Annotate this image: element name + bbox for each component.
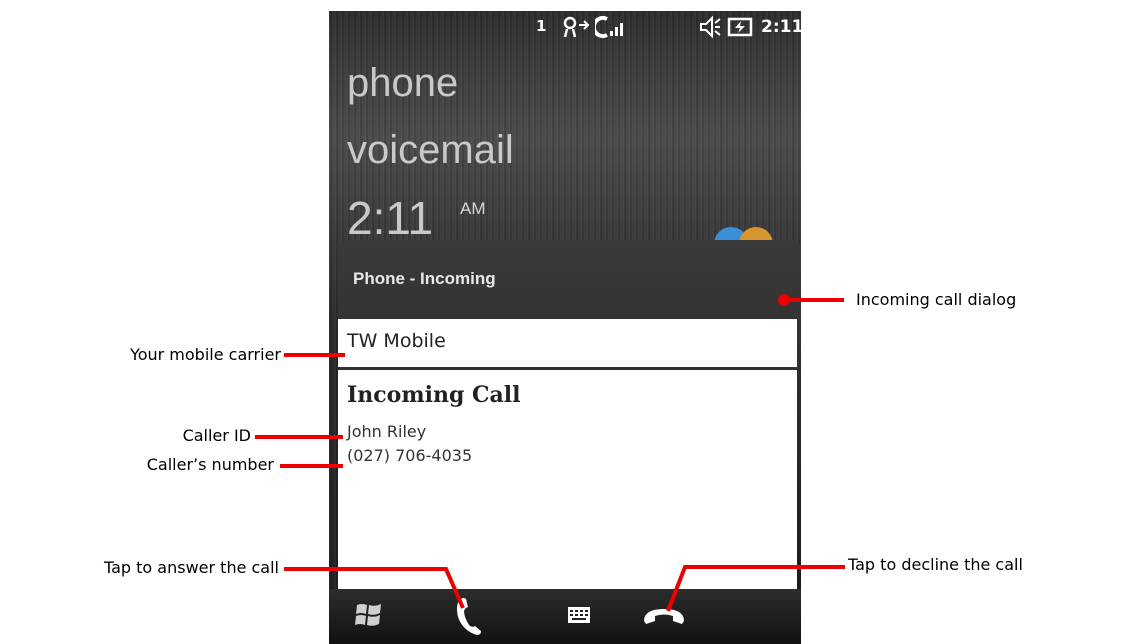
annotation-incoming-dialog: Incoming call dialog <box>856 290 1017 309</box>
annotation-caller-number: Caller’s number <box>146 455 274 474</box>
incoming-dialog-dot <box>778 294 790 306</box>
annotation-lines <box>255 294 845 612</box>
annotation-carrier: Your mobile carrier <box>130 345 281 364</box>
annotation-caller-id: Caller ID <box>182 426 251 445</box>
annotation-answer: Tap to answer the call <box>103 558 279 577</box>
annotation-decline: Tap to decline the call <box>848 555 1023 574</box>
decline-pointer <box>666 565 845 612</box>
answer-pointer <box>284 567 465 609</box>
